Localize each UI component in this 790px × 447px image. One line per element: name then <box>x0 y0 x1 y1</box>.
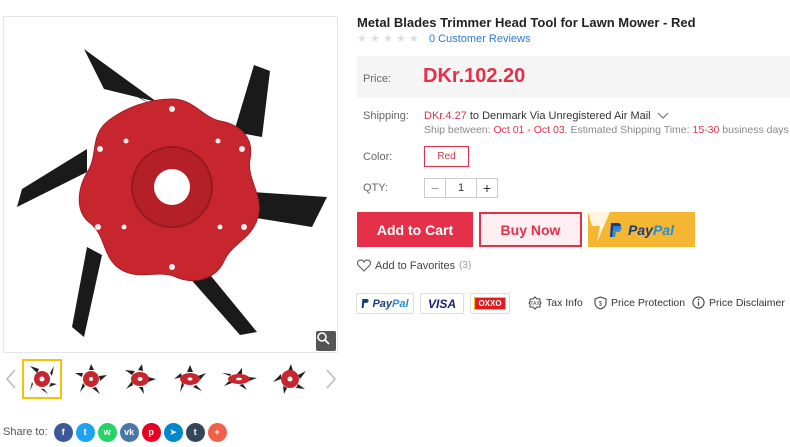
thumbnail-5[interactable] <box>219 359 259 399</box>
tax-info-link[interactable]: TAX Tax Info <box>528 296 583 310</box>
svg-text:TAX: TAX <box>530 301 540 307</box>
twitter-share-icon[interactable]: t <box>75 422 95 442</box>
add-to-favorites[interactable]: Add to Favorites (3) <box>357 259 471 272</box>
oxxo-badge: OXXO <box>470 293 510 314</box>
visa-badge: VISA <box>420 293 464 314</box>
thumb-next-arrow[interactable] <box>324 367 338 391</box>
star-icon: ★ <box>370 32 380 45</box>
thumbnail-strip <box>0 359 345 401</box>
chevron-right-icon <box>326 369 336 389</box>
qty-input[interactable] <box>445 179 477 197</box>
lightning-icon <box>588 212 610 242</box>
oxxo-logo: OXXO <box>474 297 506 310</box>
shield-icon: $ <box>594 296 607 310</box>
blade-thumbnail-icon <box>174 365 206 392</box>
rating-row: ★ ★ ★ ★ ★ 0 Customer Reviews <box>357 33 530 45</box>
paypal-checkout-button[interactable]: PayPal <box>588 212 695 247</box>
star-icon: ★ <box>383 32 393 45</box>
paypal-p-icon <box>362 299 370 308</box>
qty-increase-button[interactable]: + <box>477 179 497 197</box>
whatsapp-share-icon[interactable]: w <box>97 422 117 442</box>
business-days-label: business days <box>719 124 789 136</box>
pinterest-share-icon[interactable]: p <box>141 422 161 442</box>
shipping-destination: to Denmark Via Unregistered Air Mail <box>466 110 651 122</box>
price-value: DKr.102.20 <box>423 65 526 87</box>
price-protection-label: Price Protection <box>611 297 686 309</box>
chevron-left-icon <box>6 369 16 389</box>
vk-share-icon[interactable]: vk <box>119 422 139 442</box>
product-title: Metal Blades Trimmer Head Tool for Lawn … <box>357 15 696 30</box>
ship-between-label: Ship between: <box>424 124 494 136</box>
zoom-icon <box>317 332 330 345</box>
quantity-stepper: − + <box>424 178 498 198</box>
chevron-down-icon <box>657 112 669 119</box>
thumbnail-3[interactable] <box>120 359 160 399</box>
paypal-p-icon <box>610 222 622 237</box>
blade-thumbnail-icon <box>273 364 306 394</box>
paypal-badge-pal: Pal <box>392 297 409 310</box>
ship-dates: Oct 01 - Oct 03 <box>493 124 565 136</box>
blade-thumbnail-icon <box>125 364 156 394</box>
star-icon: ★ <box>396 32 406 45</box>
blade-thumbnail-icon <box>222 368 257 390</box>
info-icon <box>692 296 705 309</box>
paypal-pay-text: Pay <box>628 221 653 238</box>
customer-reviews-link[interactable]: 0 Customer Reviews <box>429 33 530 45</box>
price-label: Price: <box>363 73 392 85</box>
heart-icon <box>357 259 371 272</box>
thumbnail-2[interactable] <box>71 359 111 399</box>
color-option-red[interactable]: Red <box>424 146 469 167</box>
trimmer-blade-image <box>17 49 327 337</box>
share-bar: Share to: f t w vk p ➤ t + <box>3 421 230 443</box>
qty-label: QTY: <box>363 182 389 194</box>
paypal-badge: PayPal <box>356 293 414 314</box>
paypal-badge-pay: Pay <box>372 297 393 310</box>
price-disclaimer-link[interactable]: Price Disclaimer <box>692 296 785 309</box>
facebook-share-icon[interactable]: f <box>53 422 73 442</box>
star-icon: ★ <box>409 32 419 45</box>
buy-now-button[interactable]: Buy Now <box>479 212 582 247</box>
color-label: Color: <box>363 151 393 163</box>
favorites-label: Add to Favorites <box>375 259 456 272</box>
qty-decrease-button[interactable]: − <box>425 179 445 197</box>
tax-info-label: Tax Info <box>546 297 583 309</box>
main-product-image[interactable] <box>3 16 338 353</box>
price-box: Price: DKr.102.20 <box>357 56 790 98</box>
paypal-pal-text: Pal <box>652 221 674 238</box>
thumbnail-6[interactable] <box>270 359 310 399</box>
tax-icon: TAX <box>528 296 542 310</box>
shipping-selector[interactable]: DKr.4.27 to Denmark Via Unregistered Air… <box>424 110 669 122</box>
zoom-button[interactable] <box>316 331 336 351</box>
blade-thumbnail-icon <box>30 366 57 394</box>
shipping-time-info: Ship between: Oct 01 - Oct 03 . Estimate… <box>424 124 790 136</box>
blade-thumbnail-icon <box>75 364 107 394</box>
tumblr-share-icon[interactable]: t <box>185 422 205 442</box>
thumbnail-1[interactable] <box>22 359 62 399</box>
thumb-prev-arrow[interactable] <box>4 367 18 391</box>
more-share-icon[interactable]: + <box>207 422 227 442</box>
shipping-cost: DKr.4.27 <box>424 110 467 122</box>
svg-text:$: $ <box>599 302 603 308</box>
share-label: Share to: <box>3 426 48 438</box>
telegram-share-icon[interactable]: ➤ <box>163 422 183 442</box>
estimated-label: . Estimated Shipping Time: <box>564 124 693 136</box>
shipping-days: 15-30 <box>692 124 720 136</box>
favorites-count: (3) <box>459 260 472 271</box>
price-protection-link[interactable]: $ Price Protection <box>594 296 685 310</box>
shipping-label: Shipping: <box>363 110 409 122</box>
price-disclaimer-label: Price Disclaimer <box>709 296 785 309</box>
thumbnail-4[interactable] <box>170 359 210 399</box>
add-to-cart-button[interactable]: Add to Cart <box>357 212 473 247</box>
star-icon: ★ <box>357 32 367 45</box>
